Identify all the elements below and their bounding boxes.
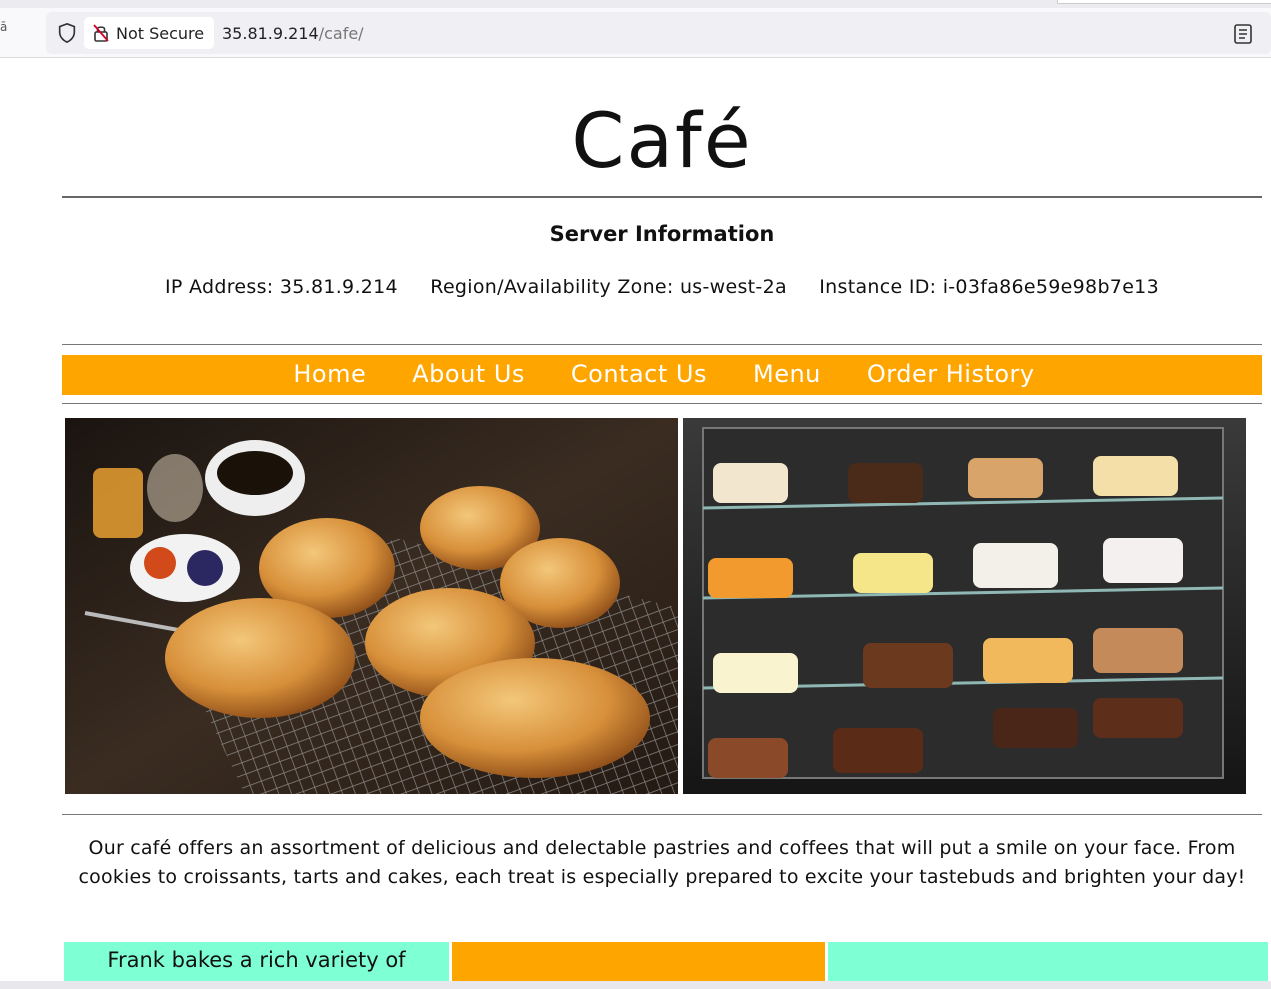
reader-view-icon[interactable]: [1233, 23, 1253, 45]
security-label: Not Secure: [116, 23, 205, 43]
nav-menu[interactable]: Menu: [753, 355, 821, 395]
insecure-lock-icon: [93, 24, 109, 42]
browser-toolbar: ā Not Secure 35.81.9.214/cafe/: [0, 0, 1271, 58]
feature-cards: Frank bakes a rich variety of: [64, 942, 1268, 982]
divider: [62, 403, 1262, 404]
cakes-illustration: [683, 418, 1246, 794]
server-info-heading: Server Information: [549, 222, 775, 246]
url-path: /cafe/: [318, 24, 364, 43]
url-text[interactable]: 35.81.9.214/cafe/: [222, 24, 364, 43]
divider: [62, 344, 1262, 345]
divider: [62, 814, 1262, 815]
feature-card: [828, 942, 1268, 982]
site-title: Café: [571, 96, 753, 185]
tab-edge: [1057, 0, 1271, 4]
ip-address: IP Address: 35.81.9.214: [165, 276, 398, 298]
nav-contact-us[interactable]: Contact Us: [571, 355, 707, 395]
intro-paragraph: Our café offers an assortment of delicio…: [78, 837, 1246, 888]
url-host: 35.81.9.214: [222, 24, 319, 43]
region-zone: Region/Availability Zone: us-west-2a: [430, 276, 787, 298]
feature-card-text: Frank bakes a rich variety of: [107, 948, 406, 972]
nav-home[interactable]: Home: [293, 355, 366, 395]
tab-strip: [0, 0, 1271, 8]
nav-about-us[interactable]: About Us: [412, 355, 525, 395]
cakes-display-photo: [683, 418, 1246, 794]
address-bar[interactable]: Not Secure 35.81.9.214/cafe/: [46, 12, 1271, 54]
pastries-illustration: [65, 418, 678, 794]
hero-photos: [65, 418, 1251, 794]
sidebar-edge: ā: [0, 20, 8, 34]
page-content: Café Server Information IP Address: 35.8…: [62, 58, 1268, 982]
security-indicator[interactable]: Not Secure: [84, 17, 215, 49]
pastries-photo: [65, 418, 678, 794]
feature-card: Frank bakes a rich variety of: [64, 942, 449, 982]
server-info-row: IP Address: 35.81.9.214 Region/Availabil…: [62, 276, 1262, 316]
horizontal-scrollbar[interactable]: [0, 981, 1271, 989]
main-nav: Home About Us Contact Us Menu Order Hist…: [62, 355, 1262, 395]
instance-id: Instance ID: i-03fa86e59e98b7e13: [819, 276, 1159, 298]
nav-order-history[interactable]: Order History: [867, 355, 1035, 395]
feature-card: [452, 942, 825, 982]
shield-icon[interactable]: [56, 22, 78, 44]
divider: [62, 196, 1262, 198]
